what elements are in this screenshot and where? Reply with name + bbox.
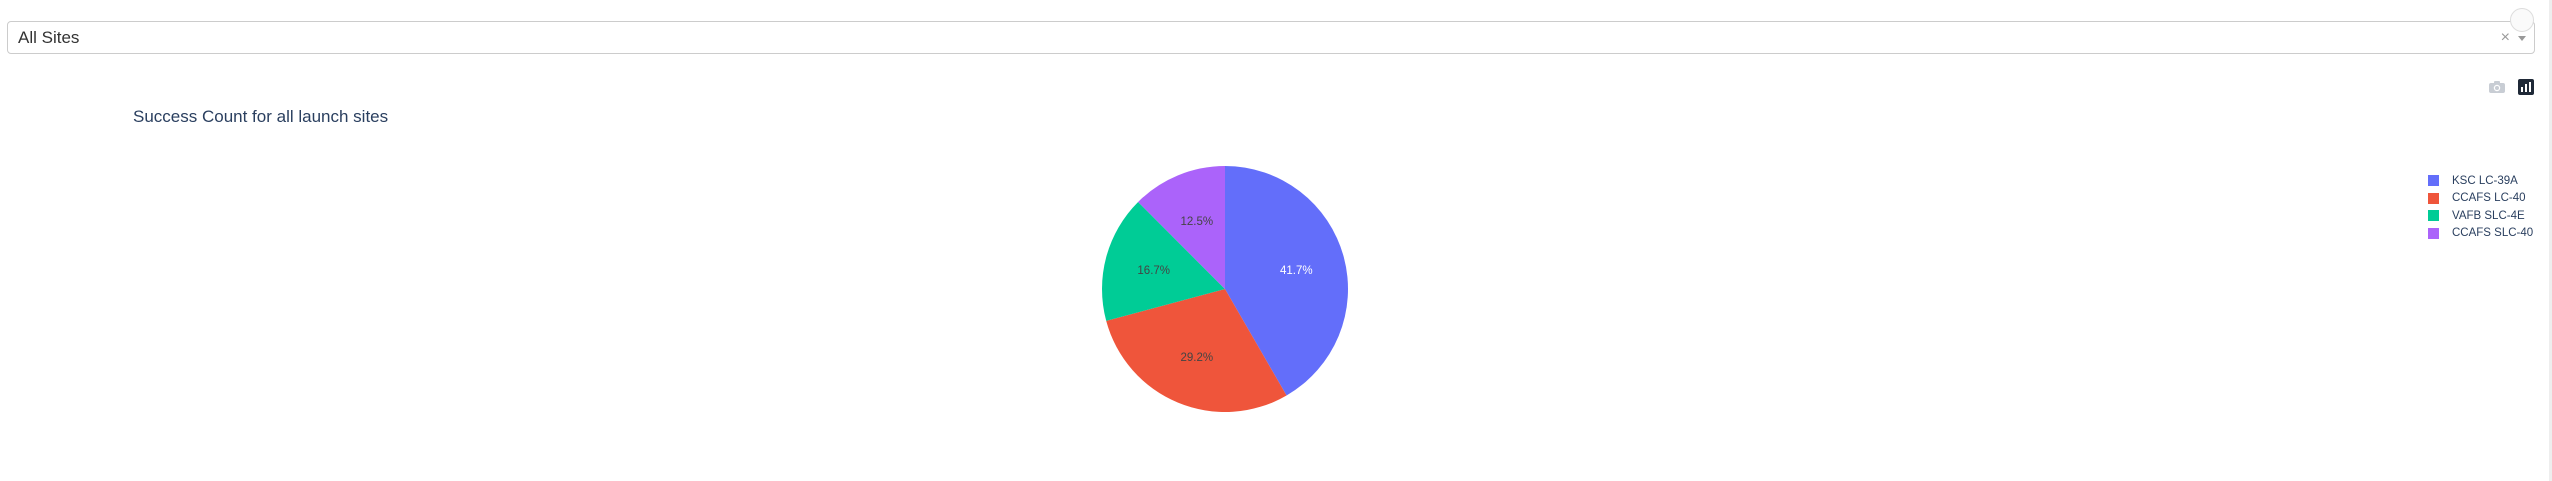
legend-label: CCAFS LC-40 — [2452, 192, 2526, 205]
legend-item-ccafs-lc-40[interactable]: CCAFS LC-40 — [2428, 190, 2533, 208]
legend-item-vafb-slc-4e[interactable]: VAFB SLC-4E — [2428, 207, 2533, 225]
legend-label: CCAFS SLC-40 — [2452, 227, 2534, 240]
legend-swatch — [2428, 192, 2439, 204]
pie-label-ccafs-lc-40: 29.2% — [1180, 352, 1213, 364]
legend-swatch — [2428, 175, 2439, 187]
legend-label: VAFB SLC-4E — [2452, 209, 2525, 222]
pie-chart: 41.7% 29.2% 16.7% 12.5% — [1102, 166, 1348, 412]
legend-swatch — [2428, 210, 2439, 222]
legend-label: KSC LC-39A — [2452, 174, 2518, 187]
pie-label-ccafs-slc-40: 12.5% — [1180, 216, 1213, 228]
pie-label-ksc-lc-39a: 41.7% — [1280, 265, 1313, 277]
legend-swatch — [2428, 227, 2439, 239]
legend-item-ccafs-slc-40[interactable]: CCAFS SLC-40 — [2428, 225, 2533, 243]
pie-label-vafb-slc-4e: 16.7% — [1137, 265, 1170, 277]
chart-legend: KSC LC-39A CCAFS LC-40 VAFB SLC-4E CCAFS SL… — [2428, 172, 2533, 242]
legend-item-ksc-lc-39a[interactable]: KSC LC-39A — [2428, 172, 2533, 190]
